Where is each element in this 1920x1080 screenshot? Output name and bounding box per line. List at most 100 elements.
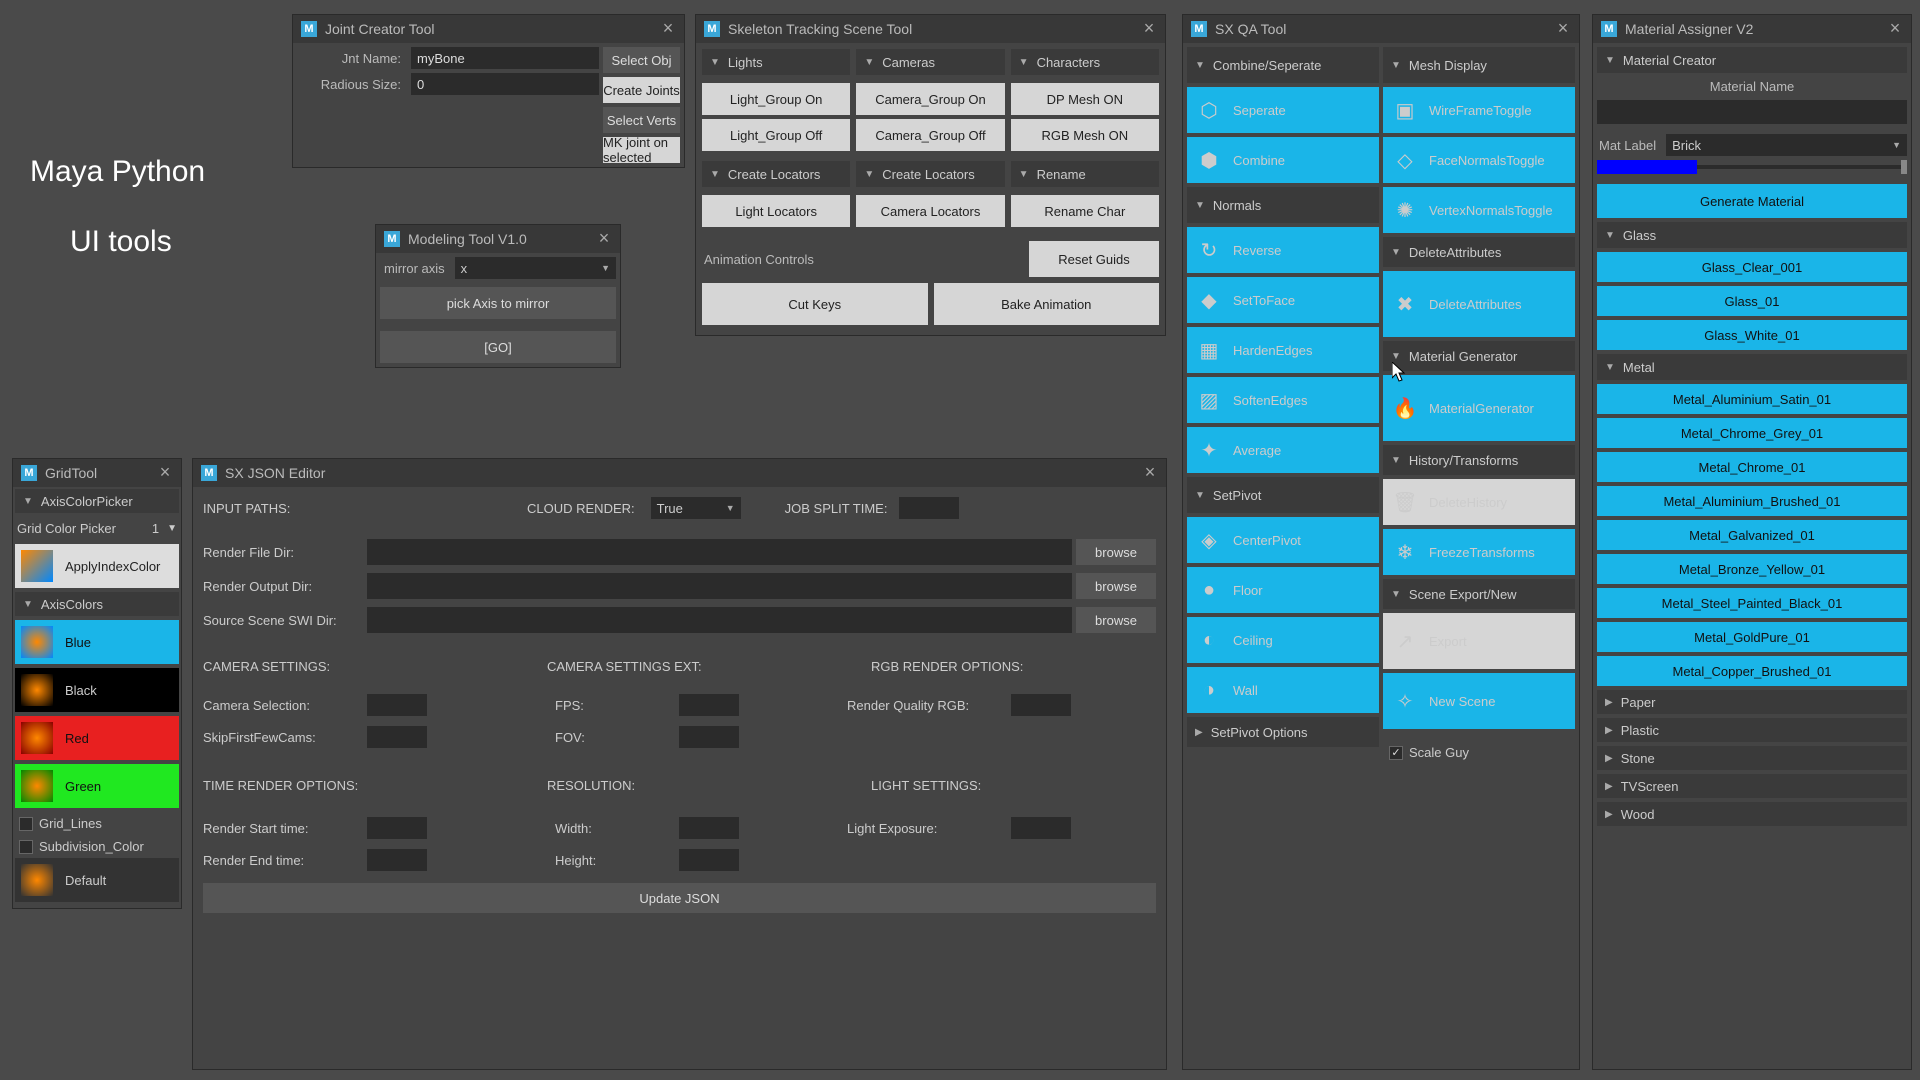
export-button[interactable]: ↗Export <box>1383 613 1575 669</box>
material-generator-section[interactable]: Material Generator <box>1383 341 1575 371</box>
delete-history-button[interactable]: 🗑DeleteHistory <box>1383 479 1575 525</box>
material-item[interactable]: Metal_Galvanized_01 <box>1597 520 1907 550</box>
select-obj-button[interactable]: Select Obj <box>603 47 680 73</box>
pick-axis-button[interactable]: pick Axis to mirror <box>380 287 616 319</box>
material-item[interactable]: Metal_Copper_Brushed_01 <box>1597 656 1907 686</box>
mat-label-select[interactable]: Brick <box>1666 134 1907 156</box>
select-verts-button[interactable]: Select Verts <box>603 107 680 133</box>
bake-animation-button[interactable]: Bake Animation <box>934 283 1160 325</box>
browse-button-3[interactable]: browse <box>1076 607 1156 633</box>
height-input[interactable] <box>679 849 739 871</box>
browse-button-2[interactable]: browse <box>1076 573 1156 599</box>
center-pivot-button[interactable]: ◈CenterPivot <box>1187 517 1379 563</box>
history-transforms-section[interactable]: History/Transforms <box>1383 445 1575 475</box>
material-item[interactable]: Metal_Chrome_01 <box>1597 452 1907 482</box>
close-icon[interactable]: × <box>1555 21 1571 37</box>
black-color-button[interactable]: Black <box>15 668 179 712</box>
stone-section[interactable]: Stone <box>1597 746 1907 770</box>
average-button[interactable]: ✦Average <box>1187 427 1379 473</box>
close-icon[interactable]: × <box>596 231 612 247</box>
harden-edges-button[interactable]: ▦HardenEdges <box>1187 327 1379 373</box>
plastic-section[interactable]: Plastic <box>1597 718 1907 742</box>
material-item[interactable]: Glass_01 <box>1597 286 1907 316</box>
light-group-on-button[interactable]: Light_Group On <box>702 83 850 115</box>
generate-material-button[interactable]: Generate Material <box>1597 184 1907 218</box>
material-item[interactable]: Metal_Steel_Painted_Black_01 <box>1597 588 1907 618</box>
jnt-name-input[interactable] <box>411 47 599 69</box>
delete-attributes-button[interactable]: ✖DeleteAttributes <box>1383 271 1575 337</box>
close-icon[interactable]: × <box>157 465 173 481</box>
vertex-normals-toggle-button[interactable]: ✺VertexNormalsToggle <box>1383 187 1575 233</box>
fov-input[interactable] <box>679 726 739 748</box>
grid-lines-checkbox[interactable] <box>19 817 33 831</box>
close-icon[interactable]: × <box>1887 21 1903 37</box>
render-file-dir-input[interactable] <box>367 539 1072 565</box>
face-normals-toggle-button[interactable]: ◇FaceNormalsToggle <box>1383 137 1575 183</box>
cut-keys-button[interactable]: Cut Keys <box>702 283 928 325</box>
scale-guy-checkbox[interactable] <box>1389 746 1403 760</box>
camera-group-off-button[interactable]: Camera_Group Off <box>856 119 1004 151</box>
material-item[interactable]: Glass_Clear_001 <box>1597 252 1907 282</box>
cloud-render-select[interactable]: True <box>651 497 741 519</box>
freeze-transforms-button[interactable]: ❄FreezeTransforms <box>1383 529 1575 575</box>
create-locators-section-1[interactable]: Create Locators <box>702 161 850 187</box>
default-color-button[interactable]: Default <box>15 858 179 902</box>
new-scene-button[interactable]: ✧New Scene <box>1383 673 1575 729</box>
dp-mesh-on-button[interactable]: DP Mesh ON <box>1011 83 1159 115</box>
rename-char-button[interactable]: Rename Char <box>1011 195 1159 227</box>
metal-section[interactable]: Metal <box>1597 354 1907 380</box>
material-item[interactable]: Metal_Aluminium_Brushed_01 <box>1597 486 1907 516</box>
camera-group-on-button[interactable]: Camera_Group On <box>856 83 1004 115</box>
subdivision-color-checkbox[interactable] <box>19 840 33 854</box>
glass-section[interactable]: Glass <box>1597 222 1907 248</box>
mesh-display-section[interactable]: Mesh Display <box>1383 47 1575 83</box>
floor-button[interactable]: ●Floor <box>1187 567 1379 613</box>
light-group-off-button[interactable]: Light_Group Off <box>702 119 850 151</box>
create-joints-button[interactable]: Create Joints <box>603 77 680 103</box>
reset-guids-button[interactable]: Reset Guids <box>1029 241 1159 277</box>
camera-locators-button[interactable]: Camera Locators <box>856 195 1004 227</box>
combine-button[interactable]: ⬢Combine <box>1187 137 1379 183</box>
ceiling-button[interactable]: ◐Ceiling <box>1187 617 1379 663</box>
blue-color-button[interactable]: Blue <box>15 620 179 664</box>
mk-joint-button[interactable]: MK joint on selected <box>603 137 680 163</box>
light-exposure-input[interactable] <box>1011 817 1071 839</box>
green-color-button[interactable]: Green <box>15 764 179 808</box>
reverse-button[interactable]: ↻Reverse <box>1187 227 1379 273</box>
set-to-face-button[interactable]: ◆SetToFace <box>1187 277 1379 323</box>
browse-button-1[interactable]: browse <box>1076 539 1156 565</box>
wood-section[interactable]: Wood <box>1597 802 1907 826</box>
job-split-input[interactable] <box>899 497 959 519</box>
render-start-input[interactable] <box>367 817 427 839</box>
red-color-button[interactable]: Red <box>15 716 179 760</box>
close-icon[interactable]: × <box>660 21 676 37</box>
mirror-axis-select[interactable]: x <box>455 257 616 279</box>
seperate-button[interactable]: ⬡Seperate <box>1187 87 1379 133</box>
go-button[interactable]: [GO] <box>380 331 616 363</box>
delete-attributes-section[interactable]: DeleteAttributes <box>1383 237 1575 267</box>
camera-selection-input[interactable] <box>367 694 427 716</box>
material-generator-button[interactable]: 🔥MaterialGenerator <box>1383 375 1575 441</box>
axis-color-picker-section[interactable]: AxisColorPicker <box>15 489 179 513</box>
material-creator-section[interactable]: Material Creator <box>1597 47 1907 73</box>
rename-section[interactable]: Rename <box>1011 161 1159 187</box>
wireframe-toggle-button[interactable]: ▣WireFrameToggle <box>1383 87 1575 133</box>
render-quality-input[interactable] <box>1011 694 1071 716</box>
cameras-section[interactable]: Cameras <box>856 49 1004 75</box>
wall-button[interactable]: ◑Wall <box>1187 667 1379 713</box>
source-scene-dir-input[interactable] <box>367 607 1072 633</box>
axis-colors-section[interactable]: AxisColors <box>15 592 179 616</box>
color-slider-handle[interactable] <box>1901 160 1907 174</box>
paper-section[interactable]: Paper <box>1597 690 1907 714</box>
close-icon[interactable]: × <box>1142 465 1158 481</box>
material-name-input[interactable] <box>1597 100 1907 124</box>
set-pivot-section[interactable]: SetPivot <box>1187 477 1379 513</box>
width-input[interactable] <box>679 817 739 839</box>
render-output-dir-input[interactable] <box>367 573 1072 599</box>
soften-edges-button[interactable]: ▨SoftenEdges <box>1187 377 1379 423</box>
render-end-input[interactable] <box>367 849 427 871</box>
apply-index-color-button[interactable]: ApplyIndexColor <box>65 559 160 574</box>
combine-seperate-section[interactable]: Combine/Seperate <box>1187 47 1379 83</box>
material-item[interactable]: Glass_White_01 <box>1597 320 1907 350</box>
color-slider-track[interactable] <box>1697 165 1907 169</box>
